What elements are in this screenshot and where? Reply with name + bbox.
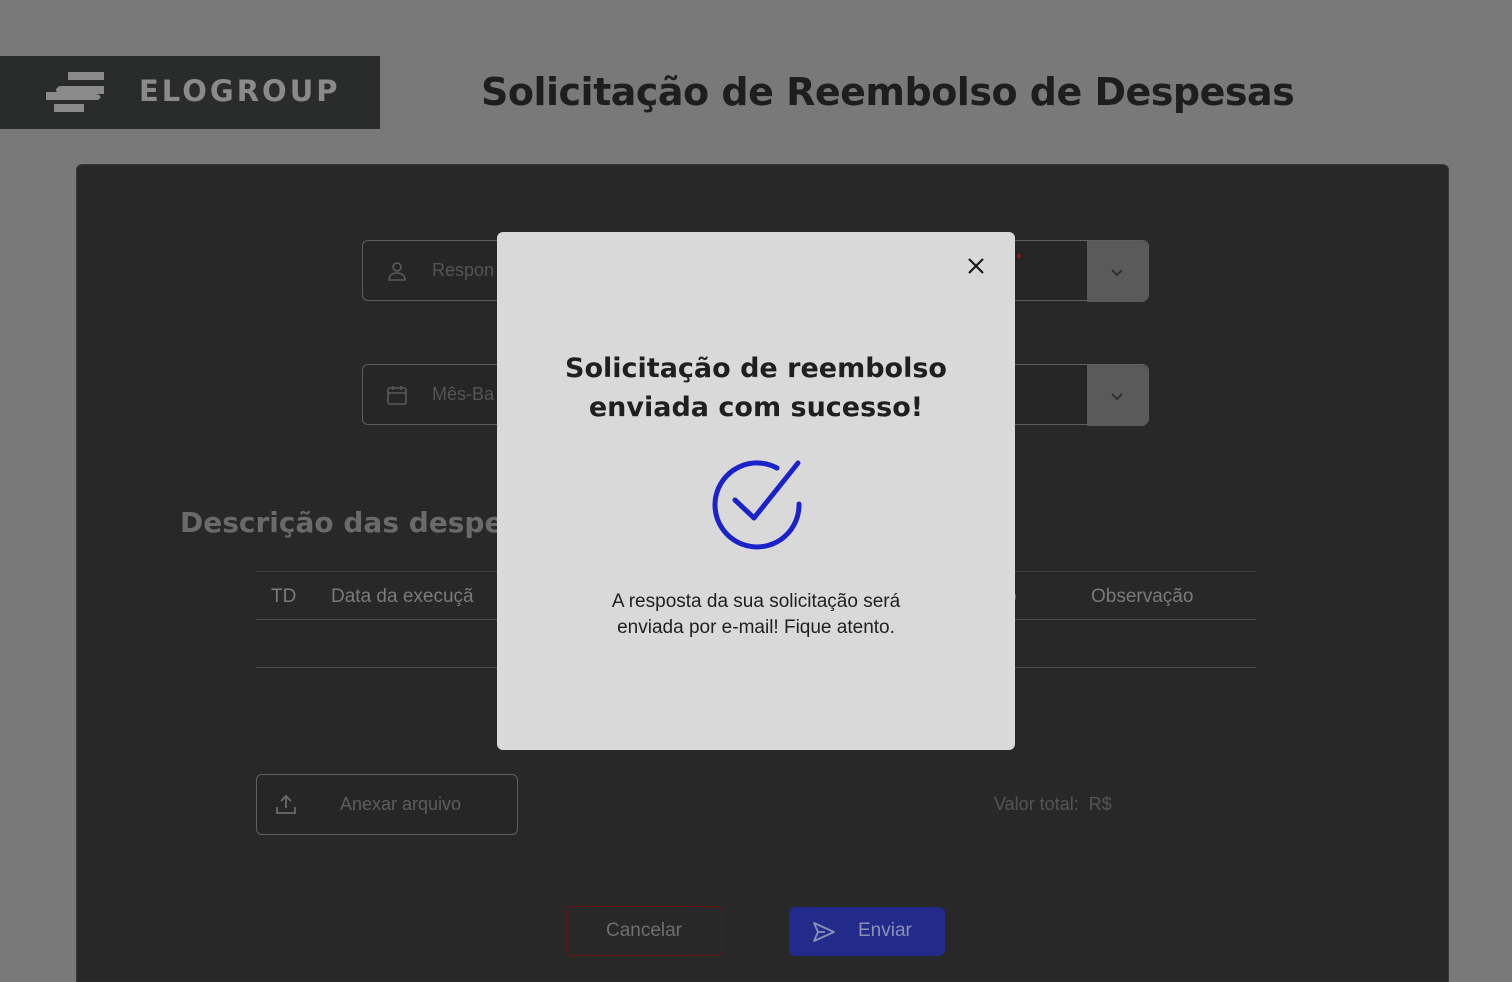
required-marker bbox=[1017, 254, 1021, 258]
logo: ELOGROUP bbox=[0, 56, 380, 129]
logo-text: ELOGROUP bbox=[139, 74, 341, 108]
attach-file-button[interactable]: Anexar arquivo bbox=[256, 774, 518, 835]
chevron-down-icon bbox=[1111, 393, 1123, 401]
total-currency: R$ bbox=[1088, 794, 1112, 814]
responsavel-dropdown-button[interactable] bbox=[1087, 241, 1148, 302]
total-value: Valor total: R$ bbox=[994, 794, 1112, 815]
calendar-icon bbox=[387, 386, 407, 405]
check-circle-icon bbox=[712, 460, 802, 550]
cancel-button[interactable]: Cancelar bbox=[566, 906, 722, 956]
total-label: Valor total: bbox=[994, 794, 1079, 814]
column-header-observacao: Observação bbox=[1091, 586, 1194, 607]
mes-base-dropdown-button[interactable] bbox=[1087, 365, 1148, 426]
expenses-section-title: Descrição das despes bbox=[180, 506, 521, 539]
responsavel-placeholder: Respon bbox=[432, 260, 495, 280]
elogroup-logo-icon bbox=[46, 72, 104, 112]
modal-title: Solicitação de reembolso enviada com suc… bbox=[565, 353, 947, 423]
attach-file-label: Anexar arquivo bbox=[340, 794, 462, 814]
chevron-down-icon bbox=[1111, 269, 1123, 277]
column-header-data-execucao: Data da execuçã bbox=[331, 586, 474, 607]
modal-message: A resposta da sua solicitação será envia… bbox=[611, 591, 901, 638]
mes-base-placeholder: Mês-Ba bbox=[432, 384, 495, 404]
send-button[interactable]: Enviar bbox=[789, 907, 945, 956]
user-icon bbox=[388, 262, 406, 281]
send-label: Enviar bbox=[858, 920, 912, 941]
upload-icon bbox=[276, 794, 296, 814]
page-title: Solicitação de Reembolso de Despesas bbox=[481, 70, 1295, 114]
column-header-td: TD bbox=[271, 586, 297, 607]
send-icon bbox=[813, 922, 835, 942]
success-modal: Solicitação de reembolso enviada com suc… bbox=[497, 232, 1015, 750]
close-icon[interactable] bbox=[963, 253, 989, 279]
